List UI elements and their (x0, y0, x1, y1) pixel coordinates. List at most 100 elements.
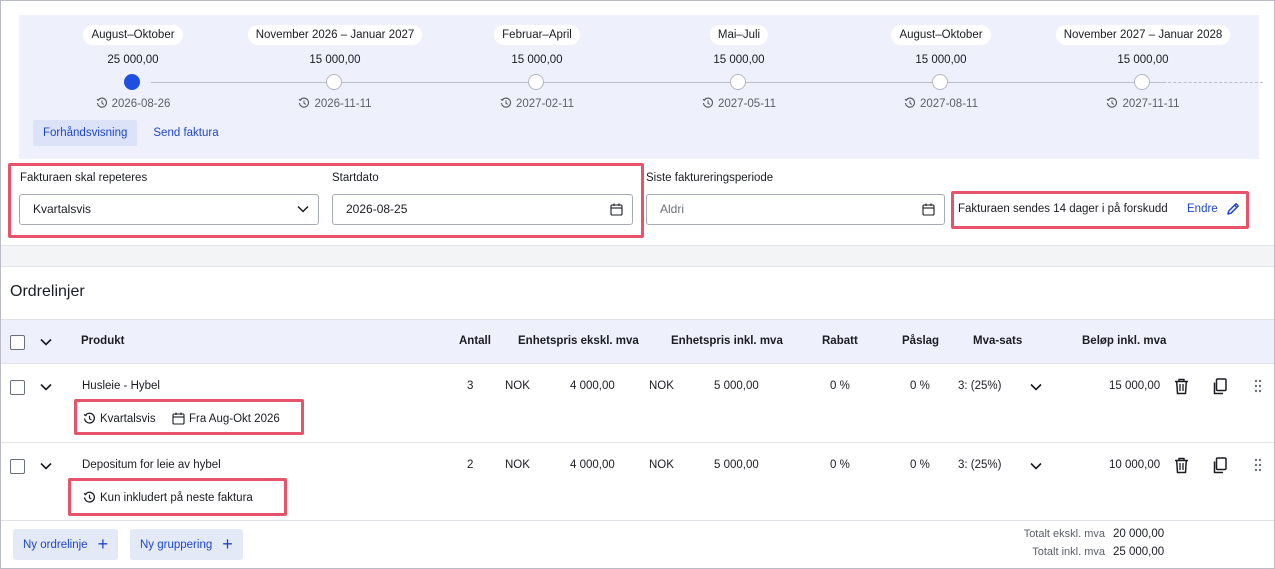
period-date: 2026-08-26 (33, 97, 233, 110)
total-ex-label: Totalt ekskl. mva (1023, 528, 1105, 540)
timeline-period[interactable]: November 2026 – Januar 2027 15 000,00 20… (235, 25, 435, 110)
row-qty[interactable]: 3 (467, 380, 473, 392)
row-total: 15 000,00 (1109, 380, 1161, 392)
highlight-box (68, 478, 287, 516)
period-dot[interactable] (326, 74, 342, 90)
row-markup[interactable]: 0 % (910, 459, 930, 471)
period-date: 2027-08-11 (841, 97, 1041, 110)
col-product: Produkt (81, 335, 125, 347)
row-checkbox[interactable] (10, 459, 25, 474)
row-discount[interactable]: 0 % (830, 380, 850, 392)
row-divider (1, 520, 1274, 521)
timeline-period[interactable]: August–Oktober 15 000,00 2027-08-11 (841, 25, 1041, 110)
new-group-button[interactable]: Ny gruppering + (130, 529, 243, 560)
row-currency: NOK (505, 459, 530, 471)
row-vat[interactable]: 3: (25%) (958, 459, 1001, 471)
last-period-field[interactable]: Aldri (646, 194, 945, 225)
plus-icon: + (222, 534, 233, 554)
chevron-down-icon[interactable] (40, 383, 52, 391)
chevron-down-icon[interactable] (1030, 383, 1042, 391)
drag-handle-icon[interactable] (1254, 458, 1262, 472)
row-checkbox[interactable] (10, 380, 25, 395)
row-unit-price-ex[interactable]: 4 000,00 (570, 459, 615, 471)
history-icon (500, 97, 512, 108)
col-vat: Mva-sats (973, 335, 1023, 347)
copy-icon[interactable] (1212, 457, 1227, 474)
timeline-period[interactable]: August–Oktober 25 000,00 2026-08-26 (33, 25, 233, 110)
row-unit-price-inc[interactable]: 5 000,00 (714, 459, 759, 471)
period-label: Februar–April (494, 25, 580, 45)
period-dot[interactable] (1134, 74, 1150, 90)
period-amount: 15 000,00 (713, 54, 765, 66)
row-unit-price-ex[interactable]: 4 000,00 (570, 380, 615, 392)
period-amount: 15 000,00 (511, 54, 563, 66)
timeline-period[interactable]: Mai–Juli 15 000,00 2027-05-11 (639, 25, 839, 110)
period-label: August–Oktober (83, 25, 183, 45)
trash-icon[interactable] (1174, 378, 1189, 395)
history-icon (299, 97, 310, 108)
period-amount: 15 000,00 (309, 54, 361, 66)
period-date: 2027-05-11 (639, 97, 839, 110)
last-period-label: Siste faktureringsperiode (646, 172, 774, 184)
period-dot[interactable] (932, 74, 948, 90)
row-vat[interactable]: 3: (25%) (958, 380, 1001, 392)
total-inc-label: Totalt inkl. mva (1032, 546, 1105, 558)
row-qty[interactable]: 2 (467, 459, 473, 471)
copy-icon[interactable] (1212, 378, 1227, 395)
total-inc-value: 25 000,00 (1113, 546, 1165, 558)
timeline-actions: Forhåndsvisning Send faktura (33, 120, 229, 146)
orderlines-title: Ordrelinjer (10, 283, 85, 300)
row-divider (1, 442, 1274, 443)
history-icon (1107, 97, 1118, 108)
col-unit-price-inc: Enhetspris inkl. mva (671, 335, 783, 347)
period-amount: 25 000,00 (107, 54, 159, 66)
col-markup: Påslag (902, 335, 940, 347)
timeline-period[interactable]: Februar–April 15 000,00 2027-02-11 (437, 25, 637, 110)
row-total: 10 000,00 (1109, 459, 1161, 471)
chevron-down-icon[interactable] (40, 338, 52, 346)
preview-button[interactable]: Forhåndsvisning (33, 120, 138, 146)
row-currency: NOK (649, 459, 674, 471)
timeline-period[interactable]: November 2027 – Januar 2028 15 000,00 20… (1043, 25, 1243, 110)
history-icon (702, 97, 714, 108)
period-date: 2026-11-11 (235, 97, 435, 110)
trash-icon[interactable] (1174, 457, 1189, 474)
timeline-continuation (1163, 82, 1263, 83)
period-amount: 15 000,00 (915, 54, 967, 66)
orderlines-table-header: Produkt Antall Enhetspris ekskl. mva Enh… (1, 319, 1274, 364)
period-label: November 2026 – Januar 2027 (247, 25, 423, 45)
row-markup[interactable]: 0 % (910, 380, 930, 392)
row-unit-price-inc[interactable]: 5 000,00 (714, 380, 759, 392)
col-qty: Antall (459, 335, 491, 347)
select-all-checkbox[interactable] (10, 335, 25, 350)
col-total: Beløp inkl. mva (1082, 335, 1167, 347)
chevron-down-icon[interactable] (40, 462, 52, 470)
plus-icon: + (97, 534, 109, 554)
period-date: 2027-11-11 (1043, 97, 1243, 110)
history-icon (96, 97, 107, 108)
period-label: November 2027 – Januar 2028 (1055, 25, 1231, 45)
section-separator (1, 245, 1274, 267)
col-unit-price-ex: Enhetspris ekskl. mva (518, 335, 639, 347)
period-dot[interactable] (528, 74, 544, 90)
row-product[interactable]: Husleie - Hybel (82, 380, 160, 392)
period-dot-active[interactable] (124, 74, 140, 90)
send-invoice-button[interactable]: Send faktura (143, 120, 228, 146)
col-discount: Rabatt (822, 335, 858, 347)
invoice-timeline: August–Oktober 25 000,00 2026-08-26 Nove… (19, 15, 1263, 159)
row-discount[interactable]: 0 % (830, 459, 850, 471)
period-dot[interactable] (730, 74, 746, 90)
invoice-editor: August–Oktober 25 000,00 2026-08-26 Nove… (0, 0, 1275, 569)
period-label: August–Oktober (891, 25, 991, 45)
period-amount: 15 000,00 (1117, 54, 1169, 66)
total-ex-value: 20 000,00 (1113, 528, 1165, 540)
row-product[interactable]: Depositum for leie av hybel (82, 459, 221, 471)
row-currency: NOK (649, 380, 674, 392)
chevron-down-icon[interactable] (1030, 462, 1042, 470)
highlight-box (8, 163, 644, 238)
period-label: Mai–Juli (709, 25, 769, 45)
calendar-icon (922, 203, 935, 216)
highlight-box (951, 191, 1249, 229)
new-orderline-button[interactable]: Ny ordrelinje + (13, 529, 119, 560)
drag-handle-icon[interactable] (1254, 379, 1262, 393)
